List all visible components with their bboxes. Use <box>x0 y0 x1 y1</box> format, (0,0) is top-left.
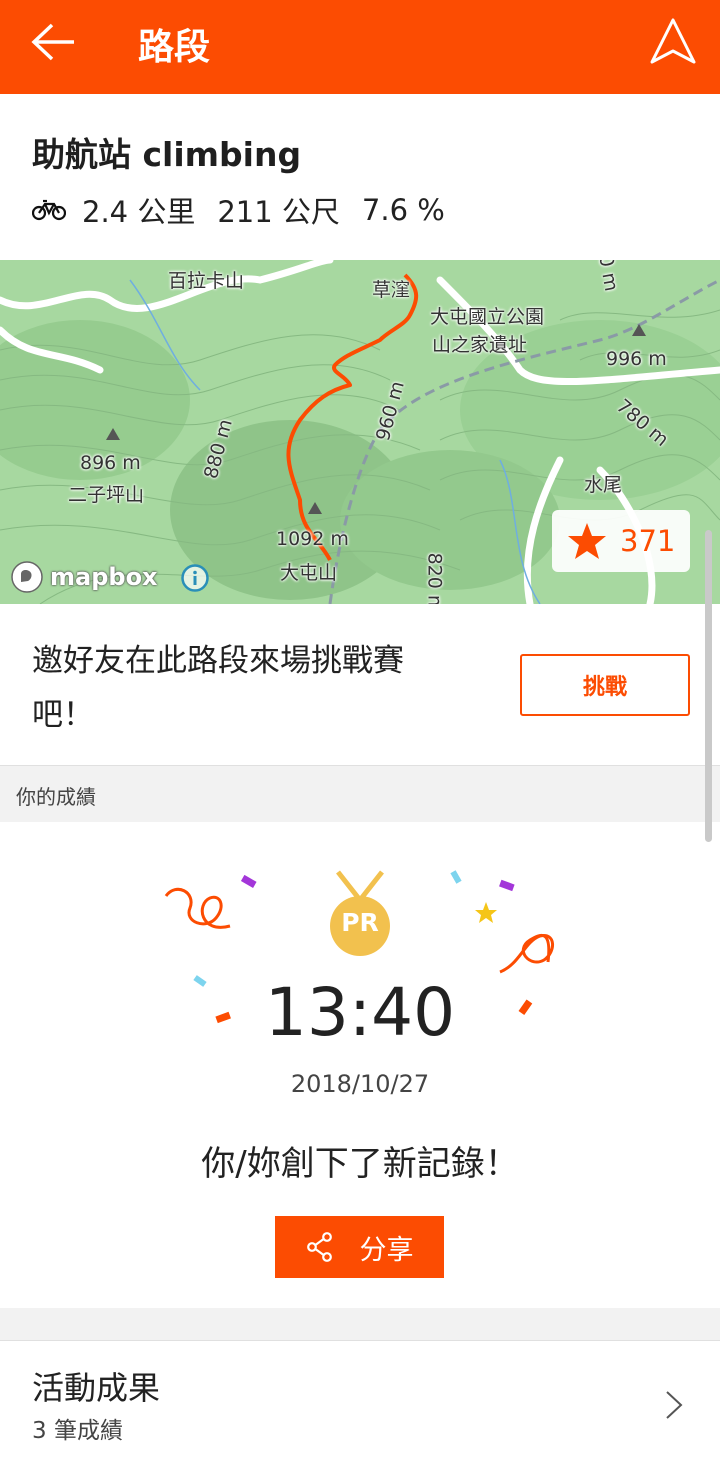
map-label: 百拉卡山 <box>168 270 245 292</box>
map-label: 996 m <box>606 348 667 370</box>
mapbox-logo: mapbox <box>10 560 158 594</box>
map-label: 草漥 <box>372 279 411 301</box>
results-section-header: 你的成績 <box>0 766 720 822</box>
chevron-right-icon <box>666 1391 683 1419</box>
segment-distance: 2.4 公里 <box>82 195 196 229</box>
challenge-button[interactable]: 挑戰 <box>520 654 690 716</box>
star-icon <box>568 523 606 559</box>
top-app-bar: 路段 <box>0 0 720 94</box>
star-button[interactable]: 371 <box>552 510 690 572</box>
pr-time: 13:40 <box>264 974 456 1051</box>
activity-title: 活動成果 <box>32 1369 161 1407</box>
pr-card: PR 13:40 2018/10/27 你/妳創下了新記錄！ 分享 <box>0 822 720 1308</box>
segment-grade: 7.6 % <box>361 193 445 227</box>
star-count: 371 <box>620 524 676 558</box>
activity-results-row[interactable]: 活動成果 3 筆成績 <box>0 1340 720 1457</box>
pr-badge: PR <box>341 908 379 937</box>
info-icon[interactable] <box>180 563 210 593</box>
map-label: 山之家遺址 <box>432 334 528 356</box>
activity-count: 3 筆成績 <box>32 1418 123 1444</box>
share-icon <box>306 1232 332 1262</box>
segment-elevation: 211 公尺 <box>217 195 340 229</box>
map-label: 896 m <box>80 452 141 474</box>
map-label: 大屯國立公園 <box>430 306 545 328</box>
mapbox-attribution: mapbox <box>50 563 158 591</box>
map-label: 820 m <box>423 552 446 604</box>
challenge-prompt: 邀好友在此路段來場挑戰賽吧！ <box>32 643 404 733</box>
bike-icon <box>32 199 66 221</box>
share-button[interactable]: 分享 <box>275 1216 444 1278</box>
pr-message: 你/妳創下了新記錄！ <box>201 1144 519 1184</box>
map-label: 水尾 <box>584 474 623 496</box>
page-title: 路段 <box>138 27 211 68</box>
section-title: 你的成績 <box>16 785 96 809</box>
map-label: 二子坪山 <box>68 484 145 506</box>
segment-name: 助航站 climbing <box>32 135 302 174</box>
mapbox-icon <box>11 561 43 593</box>
challenge-section: 邀好友在此路段來場挑戰賽吧！ 挑戰 <box>0 604 720 766</box>
pr-date: 2018/10/27 <box>290 1070 430 1098</box>
share-label: 分享 <box>359 1234 414 1266</box>
segment-info: 助航站 climbing 2.4 公里 211 公尺 7.6 % <box>0 94 720 260</box>
segment-stats: 2.4 公里 211 公尺 7.6 % <box>32 190 467 230</box>
arrow-left-icon[interactable] <box>30 22 78 62</box>
map-label: 大屯山 <box>280 562 338 584</box>
scrollbar[interactable] <box>705 530 712 842</box>
navigation-icon[interactable] <box>648 16 698 66</box>
map-label: 1092 m <box>276 528 349 550</box>
